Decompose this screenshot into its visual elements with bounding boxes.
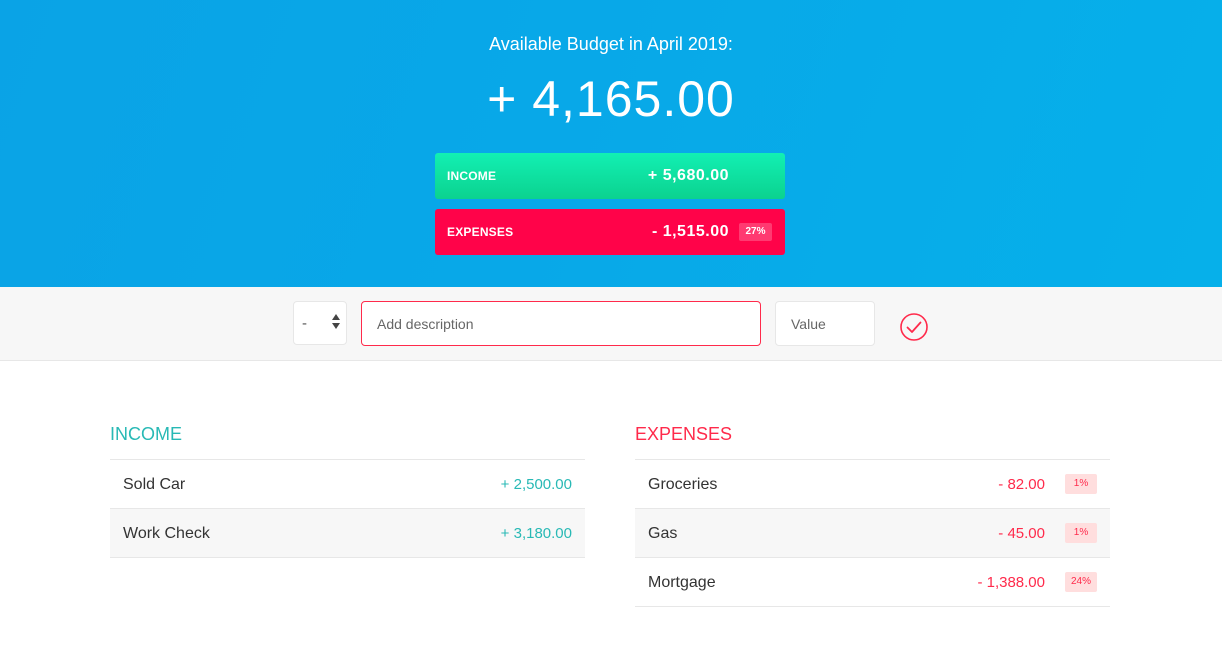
budget-header: Available Budget in April 2019: + 4,165.… (0, 0, 1222, 287)
income-list: INCOME Sold Car + 2,500.00 Work Check + … (110, 420, 585, 558)
income-item[interactable]: Work Check + 3,180.00 (110, 509, 585, 558)
expense-item[interactable]: Mortgage - 1,388.00 24% (635, 558, 1110, 607)
item-description: Gas (648, 525, 678, 542)
income-summary-value: + 5,680.00 (647, 167, 729, 184)
expenses-summary: EXPENSES - 1,515.00 27% (435, 209, 785, 255)
item-value: - 45.00 (998, 525, 1045, 542)
item-value: + 2,500.00 (500, 476, 572, 493)
expenses-list: EXPENSES Groceries - 82.00 1% Gas - 45.0… (635, 420, 1110, 607)
budget-title: Available Budget in April 2019: (489, 34, 733, 54)
item-description: Work Check (123, 525, 210, 542)
check-circle-icon (900, 313, 928, 341)
income-list-title: INCOME (110, 420, 585, 460)
description-input[interactable] (361, 301, 761, 346)
item-percentage-badge: 1% (1065, 474, 1097, 494)
item-description: Sold Car (123, 476, 186, 493)
expenses-summary-label: EXPENSES (447, 225, 514, 239)
income-summary: INCOME + 5,680.00 (435, 153, 785, 199)
up-down-arrows-icon (332, 314, 340, 334)
item-description: Mortgage (648, 574, 716, 591)
income-summary-label: INCOME (447, 169, 497, 183)
type-select-value: - (302, 315, 307, 332)
expense-item[interactable]: Gas - 45.00 1% (635, 509, 1110, 558)
item-percentage-badge: 24% (1065, 572, 1097, 592)
add-item-bar: - (0, 287, 1222, 361)
value-input[interactable] (775, 301, 875, 346)
item-value: + 3,180.00 (500, 525, 572, 542)
expense-item[interactable]: Groceries - 82.00 1% (635, 460, 1110, 509)
expenses-percentage-badge: 27% (739, 223, 772, 241)
income-item[interactable]: Sold Car + 2,500.00 (110, 460, 585, 509)
item-description: Groceries (648, 476, 718, 493)
add-button[interactable] (899, 312, 929, 342)
type-select[interactable]: - (293, 301, 347, 345)
item-value: - 82.00 (998, 476, 1045, 493)
expenses-list-title: EXPENSES (635, 420, 1110, 460)
item-value: - 1,388.00 (977, 574, 1045, 591)
budget-value: + 4,165.00 (487, 71, 735, 127)
item-percentage-badge: 1% (1065, 523, 1097, 543)
expenses-summary-value: - 1,515.00 (651, 223, 729, 240)
